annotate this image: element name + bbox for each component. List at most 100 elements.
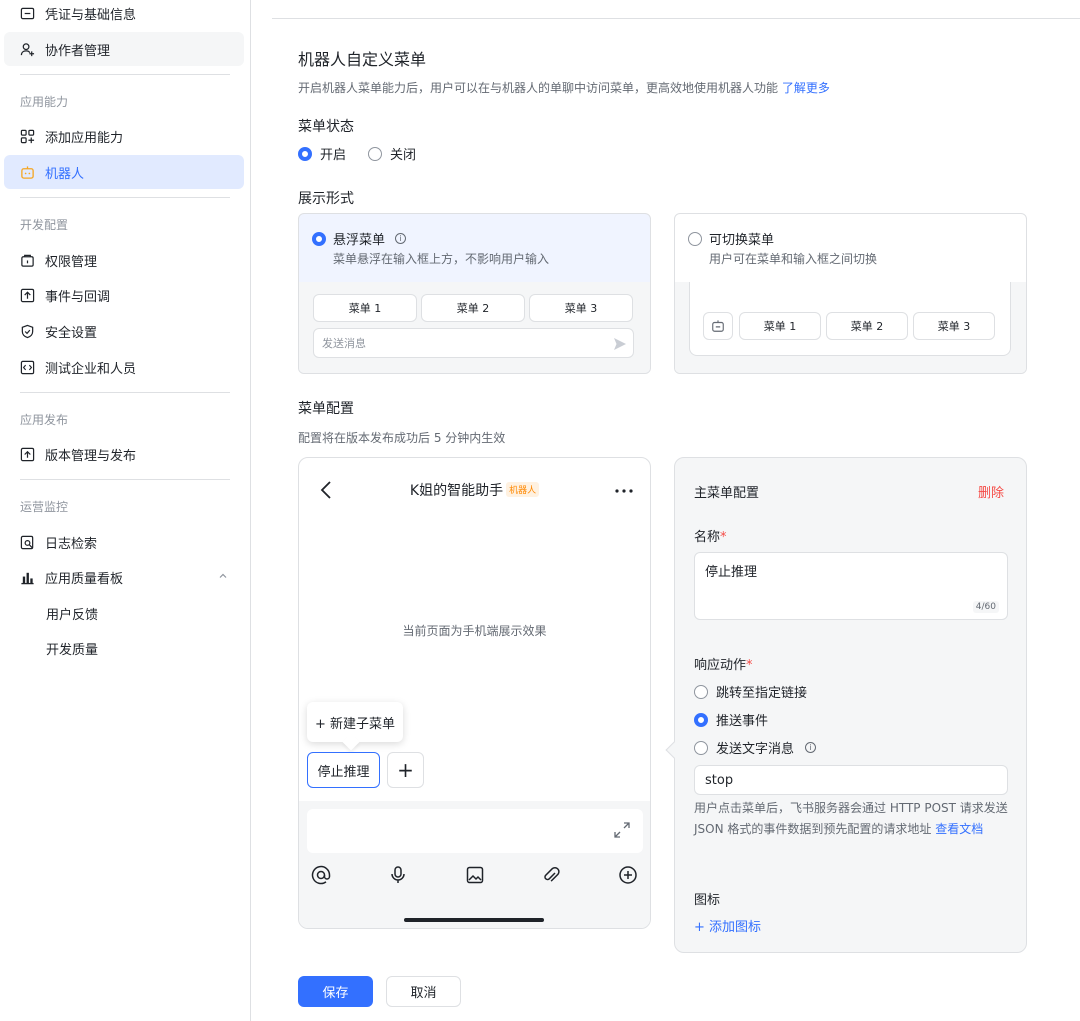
cancel-button[interactable]: 取消 xyxy=(386,976,461,1007)
radio-label: 跳转至指定链接 xyxy=(716,686,808,701)
card-subtitle: 菜单悬浮在输入框上方，不影响用户输入 xyxy=(333,252,550,266)
radio-unchecked[interactable] xyxy=(694,684,708,699)
info-icon[interactable]: i xyxy=(805,742,817,753)
radio-unchecked[interactable] xyxy=(688,231,702,246)
send-icon xyxy=(614,338,626,350)
phone-input-area xyxy=(299,801,650,928)
radio-unchecked[interactable] xyxy=(694,740,708,755)
send-placeholder: 发送消息 xyxy=(322,337,366,350)
action-link-radio[interactable]: 跳转至指定链接 xyxy=(694,682,807,701)
preview-menu-1: 菜单 1 xyxy=(739,312,821,340)
preview-menu-2: 菜单 2 xyxy=(826,312,908,340)
event-icon xyxy=(20,288,35,303)
status-off-radio[interactable]: 关闭 xyxy=(368,144,416,163)
action-help-text: 用户点击菜单后，飞书服务器会通过 HTTP POST 请求发送 JSON 格式的… xyxy=(694,798,1012,840)
preview-send-box: 发送消息 xyxy=(313,328,634,358)
sidebar-item-label: 测试企业和人员 xyxy=(45,361,137,377)
at-icon[interactable] xyxy=(309,863,333,887)
sidebar-item-events[interactable]: 事件与回调 xyxy=(4,278,244,312)
add-menu-button[interactable]: + xyxy=(387,752,424,788)
panel-arrow xyxy=(665,741,683,759)
phone-input[interactable] xyxy=(307,809,643,853)
sidebar-item-credentials[interactable]: 凭证与基础信息 xyxy=(4,0,244,30)
save-button[interactable]: 保存 xyxy=(298,976,373,1007)
divider xyxy=(272,18,1080,19)
switchable-menu-card[interactable]: 可切换菜单 用户可在菜单和输入框之间切换 菜单 1 菜单 2 菜单 3 xyxy=(674,213,1027,374)
radio-unchecked[interactable] xyxy=(368,146,382,161)
sidebar-item-label: 应用质量看板 xyxy=(45,571,124,587)
sidebar-item-label: 权限管理 xyxy=(45,254,98,270)
add-icon-button[interactable]: + 添加图标 xyxy=(694,916,761,935)
char-count: 4/60 xyxy=(972,601,999,613)
sidebar-item-quality-dashboard[interactable]: 应用质量看板 xyxy=(4,560,244,594)
credential-icon xyxy=(20,6,35,21)
sidebar-item-robot[interactable]: 机器人 xyxy=(4,155,244,189)
event-key-value: stop xyxy=(705,772,734,788)
sidebar-item-version-release[interactable]: 版本管理与发布 xyxy=(4,437,244,471)
card-title: 悬浮菜单 i xyxy=(312,229,407,248)
radio-label: 关闭 xyxy=(390,148,417,163)
delete-button[interactable]: 删除 xyxy=(978,482,1004,501)
learn-more-link[interactable]: 了解更多 xyxy=(782,81,830,95)
action-label: 响应动作* xyxy=(694,654,753,673)
upload-icon xyxy=(20,447,35,462)
shield-icon xyxy=(20,324,35,339)
radio-checked[interactable] xyxy=(694,712,708,727)
required-mark: * xyxy=(720,530,727,545)
preview-menu-1: 菜单 1 xyxy=(313,294,417,322)
microphone-icon[interactable] xyxy=(386,863,410,887)
description-text: 开启机器人菜单能力后，用户可以在与机器人的单聊中访问菜单，更高效地使用机器人功能 xyxy=(298,81,779,95)
view-docs-link[interactable]: 查看文档 xyxy=(935,822,983,836)
sidebar-item-test-users[interactable]: 测试企业和人员 xyxy=(4,350,244,384)
action-send-text-radio[interactable]: 发送文字消息 i xyxy=(694,738,817,757)
section-title-app-release: 应用发布 xyxy=(20,413,69,427)
radio-label: 推送事件 xyxy=(716,714,769,729)
required-mark: * xyxy=(746,658,753,673)
label-text: 名称 xyxy=(694,530,721,545)
name-textarea[interactable]: 停止推理 4/60 xyxy=(694,552,1008,620)
menu-item-stop[interactable]: 停止推理 xyxy=(307,752,380,788)
attachment-icon[interactable] xyxy=(539,863,563,887)
status-on-radio[interactable]: 开启 xyxy=(298,144,346,163)
section-title-ops-monitor: 运营监控 xyxy=(20,500,69,514)
divider xyxy=(20,197,230,198)
user-add-icon xyxy=(20,42,35,57)
divider xyxy=(20,74,230,75)
main-menu-config-panel: 主菜单配置 删除 名称* 停止推理 4/60 响应动作* 跳转至指定链接 推送事… xyxy=(665,457,1027,953)
info-icon[interactable]: i xyxy=(395,233,407,244)
sidebar-item-label: 添加应用能力 xyxy=(45,130,124,146)
image-icon[interactable] xyxy=(463,863,487,887)
plus-circle-icon[interactable] xyxy=(616,863,640,887)
radio-checked[interactable] xyxy=(312,231,326,246)
sidebar-item-label: 协作者管理 xyxy=(45,43,111,59)
sidebar-item-collaborators[interactable]: 协作者管理 xyxy=(4,32,244,66)
sidebar-item-label: 安全设置 xyxy=(45,325,98,341)
radio-label: 开启 xyxy=(320,148,347,163)
preview-menu-3: 菜单 3 xyxy=(913,312,995,340)
sidebar-item-add-ability[interactable]: 添加应用能力 xyxy=(4,119,244,153)
menu-config-label: 菜单配置 xyxy=(298,401,354,417)
sidebar-item-dev-quality[interactable]: 开发质量 xyxy=(4,631,244,665)
event-key-input[interactable]: stop xyxy=(694,765,1008,795)
sidebar-item-permissions[interactable]: 权限管理 xyxy=(4,243,244,277)
menu-config-desc: 配置将在版本发布成功后 5 分钟内生效 xyxy=(298,431,506,445)
expand-icon[interactable] xyxy=(613,821,631,839)
name-value: 停止推理 xyxy=(705,565,758,580)
robot-icon xyxy=(703,312,733,340)
sidebar-item-user-feedback[interactable]: 用户反馈 xyxy=(4,596,244,630)
robot-icon xyxy=(20,165,35,180)
chevron-up-icon xyxy=(219,573,227,578)
icon-label: 图标 xyxy=(694,893,721,908)
more-icon[interactable] xyxy=(614,488,634,494)
radio-label: 发送文字消息 xyxy=(716,742,795,757)
sidebar-item-security[interactable]: 安全设置 xyxy=(4,314,244,348)
floating-menu-card[interactable]: 悬浮菜单 i 菜单悬浮在输入框上方，不影响用户输入 菜单 1 菜单 2 菜单 3… xyxy=(298,213,651,374)
menu-status-label: 菜单状态 xyxy=(298,119,354,135)
bot-tag: 机器人 xyxy=(506,482,540,497)
sidebar-item-log-search[interactable]: 日志检索 xyxy=(4,525,244,559)
new-submenu-button[interactable]: + 新建子菜单 xyxy=(307,702,403,742)
sidebar-item-label: 版本管理与发布 xyxy=(45,448,137,464)
card-title-text: 悬浮菜单 xyxy=(333,233,386,248)
radio-checked[interactable] xyxy=(298,146,312,161)
action-push-event-radio[interactable]: 推送事件 xyxy=(694,710,768,729)
